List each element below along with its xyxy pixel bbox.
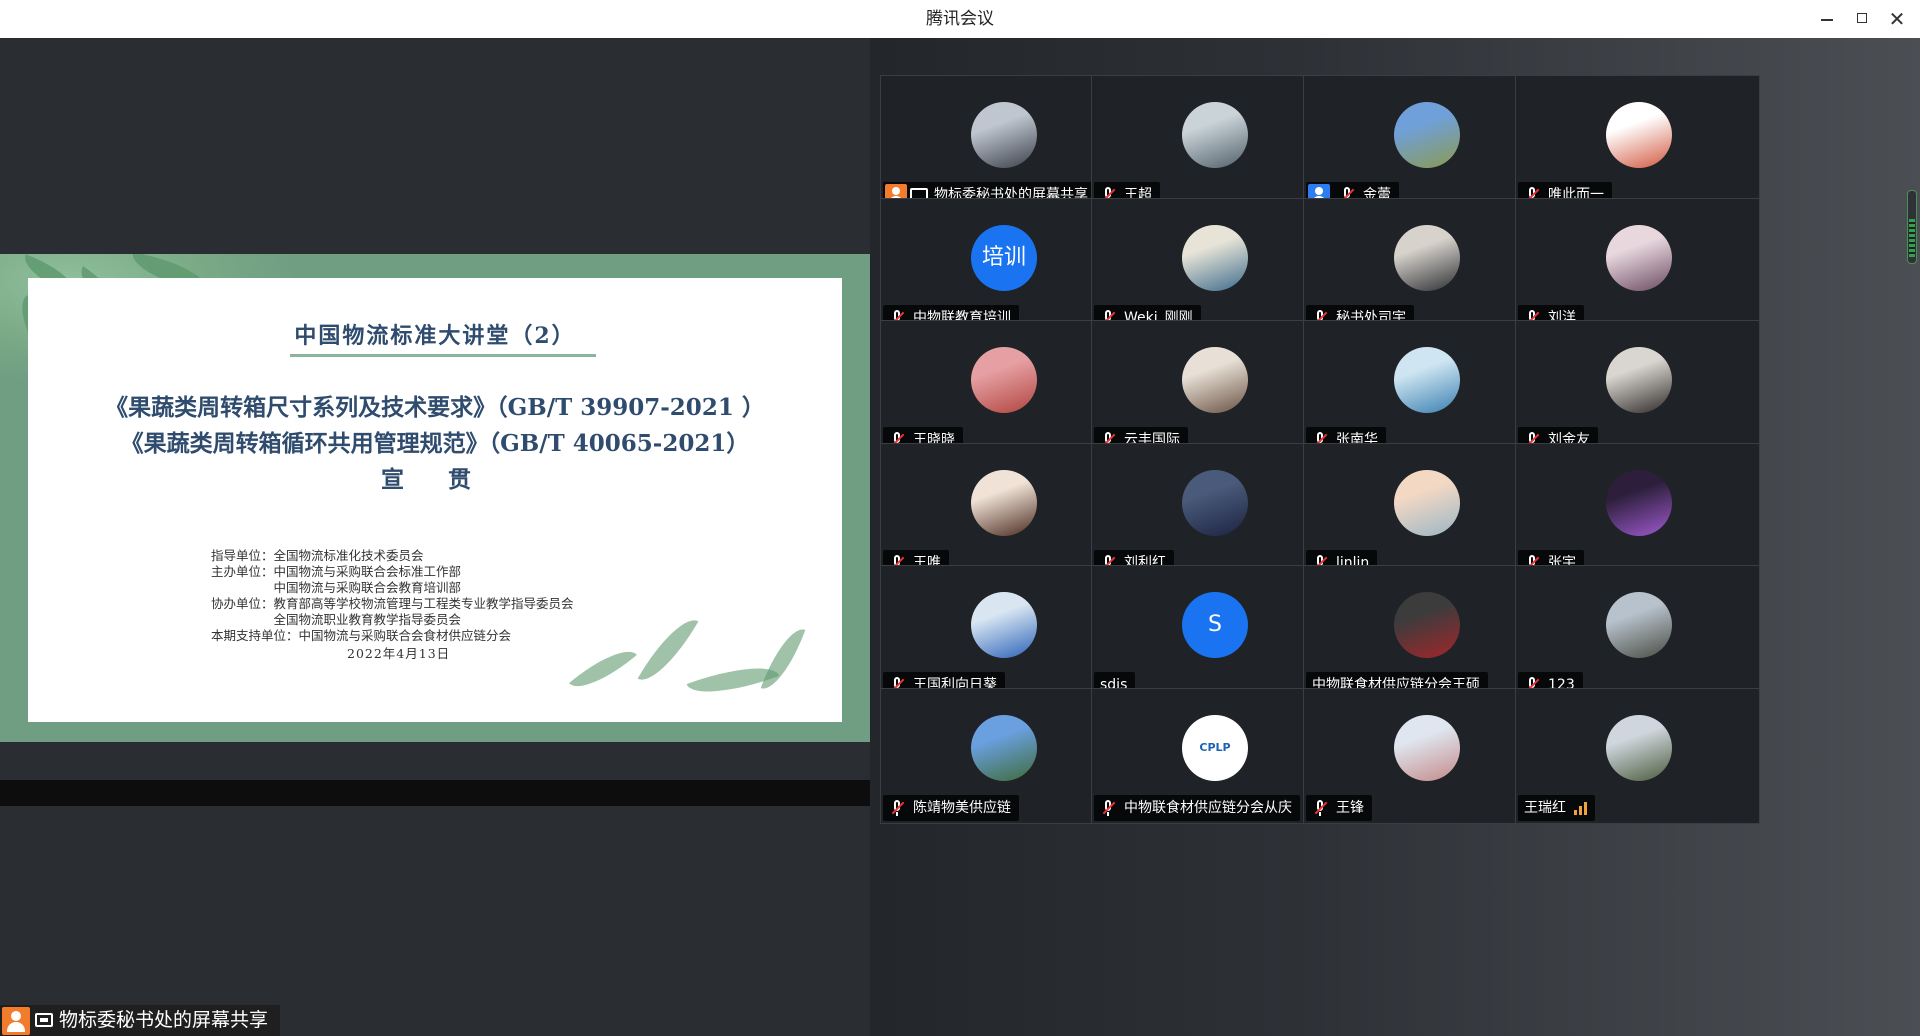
mic-muted-icon (1310, 798, 1330, 818)
avatar (1606, 102, 1672, 168)
slide-subtitle: 宣 贯 (380, 466, 489, 493)
avatar-logo: CPLP (1199, 741, 1231, 754)
participant-tile[interactable]: 王瑞红 (1515, 688, 1760, 824)
person-icon (2, 1006, 30, 1035)
participant-tile[interactable]: 金蕾 (1303, 75, 1548, 211)
avatar (1606, 470, 1672, 536)
participant-name-tag: 中物联食材供应链分会从庆 (1094, 795, 1300, 821)
participant-tile[interactable]: 云丰国际 (1091, 320, 1336, 456)
slide-page: 中国物流标准大讲堂（2） 《果蔬类周转箱尺寸系列及技术要求》（GB/T 3990… (28, 278, 842, 722)
participant-name-tag: 陈靖物美供应链 (883, 795, 1019, 821)
participant-tile[interactable]: 物标委秘书处的屏幕共享 (880, 75, 1125, 211)
participant-tile[interactable]: 刘利红 (1091, 443, 1336, 579)
maximize-icon (1857, 13, 1867, 23)
slide-title: 中国物流标准大讲堂（2） (294, 323, 576, 349)
avatar (971, 347, 1037, 413)
participant-tile[interactable]: 刘洋 (1515, 198, 1760, 334)
participant-name: 王瑞红 (1524, 800, 1566, 816)
avatar (1394, 347, 1460, 413)
shared-slide: 中国物流标准大讲堂（2） 《果蔬类周转箱尺寸系列及技术要求》（GB/T 3990… (0, 254, 870, 742)
participant-tile[interactable]: 王锋 (1303, 688, 1548, 824)
avatar (1394, 102, 1460, 168)
avatar (1606, 592, 1672, 658)
organizer-line: 中国物流与采购联合会教育培训部 (211, 580, 462, 595)
shared-screen-area: 中国物流标准大讲堂（2） 《果蔬类周转箱尺寸系列及技术要求》（GB/T 3990… (0, 38, 870, 1036)
avatar (1182, 225, 1248, 291)
participant-tile[interactable]: 陈靖物美供应链 (880, 688, 1125, 824)
screen-share-icon (34, 1011, 56, 1031)
close-button[interactable]: ✕ (1886, 8, 1908, 30)
participant-name: 陈靖物美供应链 (913, 800, 1011, 816)
maximize-button[interactable] (1852, 8, 1874, 30)
minimize-icon (1821, 19, 1833, 21)
screen-share-label: 物标委秘书处的屏幕共享 (0, 1005, 280, 1036)
avatar (1394, 592, 1460, 658)
slide-date: 2022年4月13日 (347, 646, 451, 661)
slide-organizers: 指导单位：全国物流标准化技术委员会 主办单位：中国物流与采购联合会标准工作部 中… (211, 548, 771, 662)
mic-muted-icon (1098, 798, 1118, 818)
avatar (971, 715, 1037, 781)
participant-name: 王锋 (1336, 800, 1364, 816)
screen-share-text: 物标委秘书处的屏幕共享 (59, 1009, 269, 1031)
avatar (1394, 225, 1460, 291)
avatar (1182, 347, 1248, 413)
slide-standard-2: 《果蔬类周转箱循环共用管理规范》（GB/T 40065-2021） (120, 430, 750, 457)
minimize-button[interactable] (1816, 8, 1838, 30)
participant-tile[interactable]: 刘金友 (1515, 320, 1760, 456)
title-underline (290, 354, 596, 357)
slide-standard-1: 《果蔬类周转箱尺寸系列及技术要求》（GB/T 39907-2021 ） (105, 394, 765, 421)
participant-name: 中物联食材供应链分会从庆 (1124, 800, 1292, 816)
participant-tile[interactable]: 培训 中物联教育培训 (880, 198, 1125, 334)
participant-tile[interactable]: 张南华 (1303, 320, 1548, 456)
participant-tile[interactable]: 中物联食材供应链分会王硕 (1303, 565, 1548, 701)
avatar-initials: 培训 (981, 245, 1026, 270)
avatar (1606, 347, 1672, 413)
organizer-line: 指导单位：全国物流标准化技术委员会 (211, 548, 424, 563)
participant-tile[interactable]: 王唯 (880, 443, 1125, 579)
participant-grid: 物标委秘书处的屏幕共享 王超 金蕾 唯此而一培训 中物联教育培训 Weki_刚刚 秘书处司宇… (870, 38, 1920, 1036)
participant-tile[interactable]: Ssdis (1091, 565, 1336, 701)
avatar: CPLP (1182, 715, 1248, 781)
participant-tile[interactable]: 王超 (1091, 75, 1336, 211)
participant-tile[interactable]: 王国利向日葵 (880, 565, 1125, 701)
participant-tile[interactable]: 唯此而一 (1515, 75, 1760, 211)
window-title: 腾讯会议 (926, 9, 994, 29)
avatar (1394, 715, 1460, 781)
avatar (1606, 225, 1672, 291)
organizer-line: 协办单位：教育部高等学校物流管理与工程类专业教学指导委员会 (211, 596, 574, 611)
participant-tile[interactable]: 张宇 (1515, 443, 1760, 579)
avatar (1394, 470, 1460, 536)
participant-tile[interactable]: Weki_刚刚 (1091, 198, 1336, 334)
avatar (971, 592, 1037, 658)
signal-strength-icon (1574, 801, 1587, 815)
grid-scrollbar[interactable] (1907, 190, 1917, 264)
mic-muted-icon (887, 798, 907, 818)
title-bar: 腾讯会议 ✕ (0, 0, 1920, 39)
avatar: S (1182, 592, 1248, 658)
participant-tile[interactable]: linlin (1303, 443, 1548, 579)
participant-tile[interactable]: CPLP 中物联食材供应链分会从庆 (1091, 688, 1336, 824)
letterbox-bottom (0, 780, 870, 806)
participant-name-tag: 王锋 (1306, 795, 1372, 821)
participant-tile[interactable]: 123 (1515, 565, 1760, 701)
avatar: 培训 (971, 225, 1037, 291)
participant-tile[interactable]: 王晓晓 (880, 320, 1125, 456)
participant-tile[interactable]: 秘书处司宇 (1303, 198, 1548, 334)
participant-name-tag: 王瑞红 (1518, 795, 1595, 821)
avatar (1606, 715, 1672, 781)
avatar (1182, 470, 1248, 536)
avatar (971, 470, 1037, 536)
organizer-line: 主办单位：中国物流与采购联合会标准工作部 (211, 564, 462, 579)
avatar (971, 102, 1037, 168)
avatar-initials: S (1208, 612, 1222, 637)
avatar (1182, 102, 1248, 168)
close-icon: ✕ (1888, 7, 1906, 31)
